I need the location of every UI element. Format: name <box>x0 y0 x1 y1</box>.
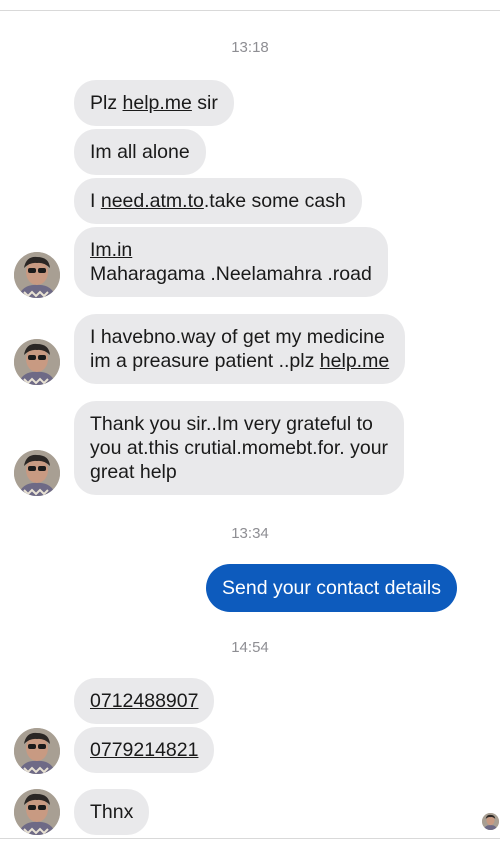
incoming-message[interactable]: 0712488907 <box>74 678 215 724</box>
timestamp: 13:34 <box>231 525 269 542</box>
outgoing-message[interactable]: Send your contact details <box>206 564 457 612</box>
message-text: Im all alone <box>90 141 190 163</box>
incoming-message[interactable]: Thank you sir..Im very grateful to you a… <box>74 401 405 495</box>
incoming-message[interactable]: 0779214821 <box>74 727 215 773</box>
bottom-divider <box>0 838 500 839</box>
incoming-message[interactable]: Thnx <box>74 789 150 835</box>
incoming-message[interactable]: I need.atm.to.take some cash <box>74 178 362 224</box>
message-link[interactable]: need.atm.to <box>101 190 204 212</box>
message-text: .take some cash <box>203 190 346 212</box>
timestamp: 14:54 <box>231 639 269 656</box>
incoming-message[interactable]: Plz help.me sir <box>74 80 234 126</box>
message-link[interactable]: help.me <box>320 350 389 372</box>
contact-avatar-icon[interactable] <box>14 252 60 298</box>
read-receipt-avatar-icon <box>482 813 499 830</box>
contact-avatar-icon[interactable] <box>14 339 60 385</box>
message-text: sir <box>191 92 218 114</box>
message-text: Send your contact details <box>222 577 441 599</box>
contact-avatar-icon[interactable] <box>14 728 60 774</box>
message-text: Maharagama .Neelamahra .road <box>90 263 372 285</box>
incoming-message[interactable]: I havebno.way of get my medicine im a pr… <box>74 314 406 384</box>
incoming-message[interactable]: Im all alone <box>74 129 206 175</box>
contact-avatar-icon[interactable] <box>14 450 60 496</box>
message-text: you at.this crutial.momebt.for. your <box>90 437 389 459</box>
top-divider <box>0 10 500 11</box>
message-text: Plz <box>90 92 123 114</box>
contact-avatar-icon[interactable] <box>14 789 60 835</box>
message-text: im a preasure patient ..plz <box>90 350 320 372</box>
message-text: Thank you sir..Im very grateful to <box>90 413 373 435</box>
message-text: Thnx <box>90 801 134 823</box>
phone-number-link[interactable]: 0712488907 <box>90 690 198 712</box>
message-text: I havebno.way of get my medicine <box>90 326 385 348</box>
message-link[interactable]: Im.in <box>90 239 132 261</box>
message-text: I <box>90 190 101 212</box>
incoming-message[interactable]: Im.in Maharagama .Neelamahra .road <box>74 227 388 297</box>
phone-number-link[interactable]: 0779214821 <box>90 739 198 761</box>
message-link[interactable]: help.me <box>123 92 192 114</box>
message-text: great help <box>90 461 177 483</box>
timestamp: 13:18 <box>231 39 269 56</box>
